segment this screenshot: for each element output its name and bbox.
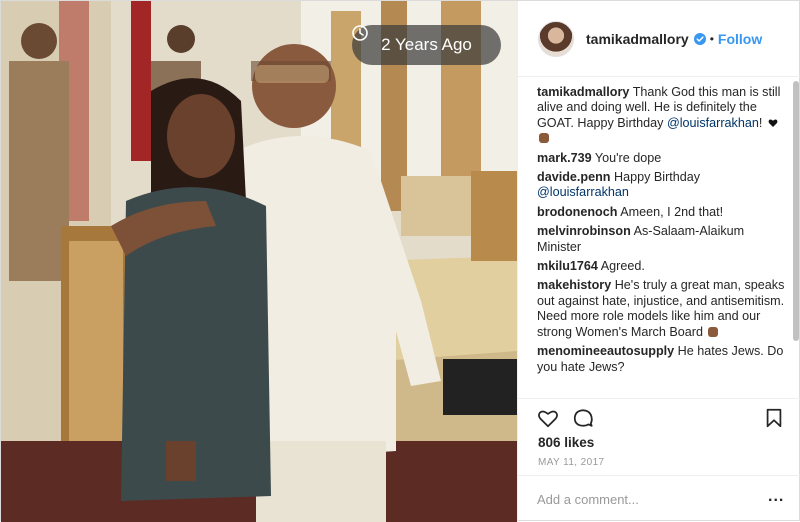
comment-text: Agreed. (600, 259, 645, 274)
comments-scrollbar[interactable] (793, 81, 799, 341)
raised-fist-icon (539, 133, 549, 144)
comment-username[interactable]: tamikadmallory (537, 85, 629, 99)
post-header: tamikadmallory • Follow (518, 1, 800, 77)
mention-link[interactable]: @louisfarrakhan (667, 116, 759, 130)
bookmark-icon[interactable] (763, 407, 785, 429)
comment-text: Happy Birthday (613, 170, 701, 185)
more-options-button[interactable]: ... (768, 488, 784, 506)
header-separator: • (709, 31, 714, 46)
add-comment-bar: ... (518, 475, 800, 522)
list-item: davide.penn Happy Birthday @louisfarrakh… (537, 170, 787, 201)
list-item: mark.739 You're dope (537, 151, 787, 166)
likes-count[interactable]: 806 likes (538, 435, 594, 450)
comment-icon[interactable] (572, 407, 594, 429)
instagram-post: 2 Years Ago tamikadmallory • Follow tami… (0, 0, 800, 522)
add-comment-input[interactable] (537, 490, 757, 508)
comment-username[interactable]: mark.739 (537, 151, 592, 165)
list-item: menomineeautosupply He hates Jews. Do yo… (537, 344, 787, 375)
list-item: melvinrobinson As-Salaam-Alaikum Ministe… (537, 224, 787, 255)
mention-link[interactable]: @louisfarrakhan (537, 185, 629, 199)
post-date: MAY 11, 2017 (538, 457, 605, 468)
comment-username[interactable]: makehistory (537, 278, 611, 292)
raised-fist-icon (708, 326, 719, 337)
post-age-label: 2 Years Ago (381, 35, 472, 54)
heart-icon[interactable] (537, 407, 559, 429)
comment-text: Ameen, I 2nd that! (620, 204, 724, 219)
comment-username[interactable]: mkilu1764 (537, 259, 598, 273)
comment-text: You're dope (594, 150, 662, 165)
black-heart-icon (768, 119, 778, 127)
post-age-badge: 2 Years Ago (352, 25, 501, 65)
post-photo[interactable]: 2 Years Ago (1, 1, 517, 522)
post-actions (518, 398, 800, 434)
avatar[interactable] (538, 20, 574, 57)
photo-illustration (1, 1, 517, 522)
comment-username[interactable]: melvinrobinson (537, 224, 631, 238)
verified-badge-icon (693, 32, 706, 45)
clock-icon (352, 25, 368, 41)
comments-list: tamikadmallory Thank God this man is sti… (537, 85, 787, 379)
comment-text-end: ! (758, 115, 763, 130)
list-item: brodonenoch Ameen, I 2nd that! (537, 205, 787, 220)
comment-username[interactable]: davide.penn (537, 170, 610, 184)
comment-caption: tamikadmallory Thank God this man is sti… (537, 85, 787, 147)
post-sidebar: tamikadmallory • Follow tamikadmallory T… (517, 1, 800, 522)
author-username[interactable]: tamikadmallory (586, 31, 689, 47)
comment-username[interactable]: menomineeautosupply (537, 344, 674, 358)
list-item: makehistory He's truly a great man, spea… (537, 278, 787, 340)
list-item: mkilu1764 Agreed. (537, 259, 787, 274)
comment-username[interactable]: brodonenoch (537, 205, 617, 219)
follow-button[interactable]: Follow (718, 31, 762, 47)
